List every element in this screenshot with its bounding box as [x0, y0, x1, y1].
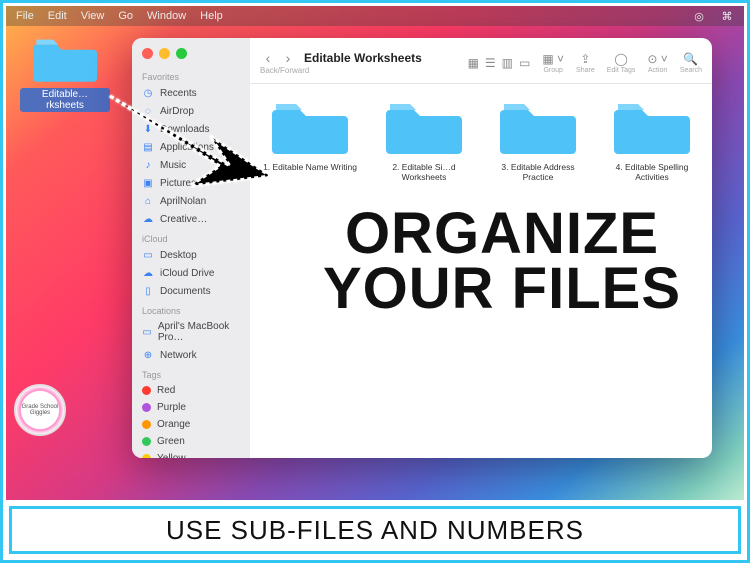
- search-icon: 🔍: [683, 52, 698, 66]
- music-icon: ♪: [142, 159, 154, 171]
- folder-item[interactable]: 2. Editable Si…d Worksheets: [374, 98, 474, 182]
- folder-label: 3. Editable Address Practice: [488, 162, 588, 182]
- sidebar-item-documents[interactable]: ▯Documents: [132, 282, 250, 300]
- overlay-headline: ORGANIZE YOUR FILES: [292, 206, 712, 316]
- sidebar-tag-orange[interactable]: Orange: [132, 416, 250, 433]
- finder-sidebar: Favorites ◷Recents ◌AirDrop ⬇Downloads ▤…: [132, 38, 250, 458]
- tag-dot-icon: [142, 386, 151, 395]
- sidebar-tag-green[interactable]: Green: [132, 433, 250, 450]
- sidebar-item-music[interactable]: ♪Music: [132, 156, 250, 174]
- sidebar-item-recents[interactable]: ◷Recents: [132, 84, 250, 102]
- menu-help[interactable]: Help: [200, 10, 223, 22]
- sidebar-item-downloads[interactable]: ⬇Downloads: [132, 120, 250, 138]
- zoom-button[interactable]: [176, 48, 187, 59]
- folder-item[interactable]: 4. Editable Spelling Activities: [602, 98, 702, 182]
- sidebar-tag-yellow[interactable]: Yellow: [132, 450, 250, 458]
- action-button[interactable]: ⊙ ˅Action: [647, 52, 667, 74]
- folder-icon: [500, 98, 576, 156]
- caption-bar: USE SUB-FILES AND NUMBERS: [9, 506, 741, 554]
- tag-dot-icon: [142, 437, 151, 446]
- list-view-icon: ☰: [485, 56, 496, 70]
- search-button[interactable]: 🔍Search: [680, 52, 702, 74]
- desktop-folder-label: Editable…rksheets: [20, 88, 110, 112]
- menu-file[interactable]: File: [16, 10, 34, 22]
- sidebar-section-favorites: Favorites: [132, 66, 250, 84]
- sidebar-item-desktop[interactable]: ▭Desktop: [132, 246, 250, 264]
- view-switcher[interactable]: ▦ ☰ ▥ ▭: [468, 56, 531, 70]
- laptop-icon: ▭: [142, 326, 152, 338]
- close-button[interactable]: [142, 48, 153, 59]
- home-icon: ⌂: [142, 195, 154, 207]
- sidebar-section-icloud: iCloud: [132, 228, 250, 246]
- back-button[interactable]: ‹: [260, 50, 276, 66]
- sidebar-item-creative[interactable]: ☁Creative…: [132, 210, 250, 228]
- folder-label: 2. Editable Si…d Worksheets: [374, 162, 474, 182]
- menu-edit[interactable]: Edit: [48, 10, 67, 22]
- action-icon: ⊙ ˅: [647, 52, 667, 66]
- control-center-icon[interactable]: ⌘: [720, 9, 734, 23]
- menu-view[interactable]: View: [81, 10, 105, 22]
- cloud-icon: ☁: [142, 267, 154, 279]
- tag-dot-icon: [142, 454, 151, 458]
- tag-dot-icon: [142, 420, 151, 429]
- app-icon: ▤: [142, 141, 154, 153]
- column-view-icon: ▥: [502, 56, 513, 70]
- icon-view-icon: ▦: [468, 56, 479, 70]
- menu-go[interactable]: Go: [118, 10, 133, 22]
- share-icon: ⇪: [580, 52, 590, 66]
- sidebar-item-macbook[interactable]: ▭April's MacBook Pro…: [132, 318, 250, 346]
- group-icon: ▦ ˅: [542, 52, 564, 66]
- window-controls: [142, 48, 187, 59]
- globe-icon: ⊕: [142, 349, 154, 361]
- folder-item[interactable]: 1. Editable Name Writing: [260, 98, 360, 172]
- folder-label: 4. Editable Spelling Activities: [602, 162, 702, 182]
- desktop-folder-item[interactable]: Editable…rksheets: [20, 34, 110, 113]
- airdrop-icon: ◌: [142, 105, 154, 117]
- minimize-button[interactable]: [159, 48, 170, 59]
- menubar: File Edit View Go Window Help ◎ ⌘: [6, 6, 744, 26]
- folder-icon: [614, 98, 690, 156]
- share-button[interactable]: ⇪Share: [576, 52, 595, 74]
- sidebar-item-airdrop[interactable]: ◌AirDrop: [132, 102, 250, 120]
- folder-label: 1. Editable Name Writing: [260, 162, 360, 172]
- forward-button[interactable]: ›: [280, 50, 296, 66]
- folder-item[interactable]: 3. Editable Address Practice: [488, 98, 588, 182]
- sidebar-item-pictures[interactable]: ▣Pictures: [132, 174, 250, 192]
- sidebar-item-icloud-drive[interactable]: ☁iCloud Drive: [132, 264, 250, 282]
- folder-icon: [33, 34, 97, 84]
- sidebar-item-applications[interactable]: ▤Applications: [132, 138, 250, 156]
- clock-icon: ◷: [142, 87, 154, 99]
- folder-icon: [272, 98, 348, 156]
- tag-icon: ◯: [614, 52, 627, 66]
- sidebar-item-network[interactable]: ⊕Network: [132, 346, 250, 364]
- picture-icon: ▣: [142, 177, 154, 189]
- doc-icon: ▯: [142, 285, 154, 297]
- folder-icon: [386, 98, 462, 156]
- gallery-view-icon: ▭: [519, 56, 530, 70]
- sidebar-tag-purple[interactable]: Purple: [132, 399, 250, 416]
- sidebar-section-tags: Tags: [132, 364, 250, 382]
- edit-tags-button[interactable]: ◯Edit Tags: [607, 52, 636, 74]
- window-title: Editable Worksheets: [304, 51, 422, 65]
- sidebar-section-locations: Locations: [132, 300, 250, 318]
- menu-window[interactable]: Window: [147, 10, 186, 22]
- toolbar-subtitle: Back/Forward: [260, 66, 422, 75]
- sidebar-tag-red[interactable]: Red: [132, 382, 250, 399]
- tag-dot-icon: [142, 403, 151, 412]
- finder-toolbar: ‹ › Editable Worksheets Back/Forward ▦ ☰ ▥…: [250, 38, 712, 84]
- cloud-icon: ☁: [142, 213, 154, 225]
- logo-badge: Grade School Giggles: [14, 384, 66, 436]
- siri-icon[interactable]: ◎: [692, 9, 706, 23]
- desktop-icon: ▭: [142, 249, 154, 261]
- download-icon: ⬇: [142, 123, 154, 135]
- sidebar-item-home[interactable]: ⌂AprilNolan: [132, 192, 250, 210]
- group-button[interactable]: ▦ ˅Group: [542, 52, 564, 74]
